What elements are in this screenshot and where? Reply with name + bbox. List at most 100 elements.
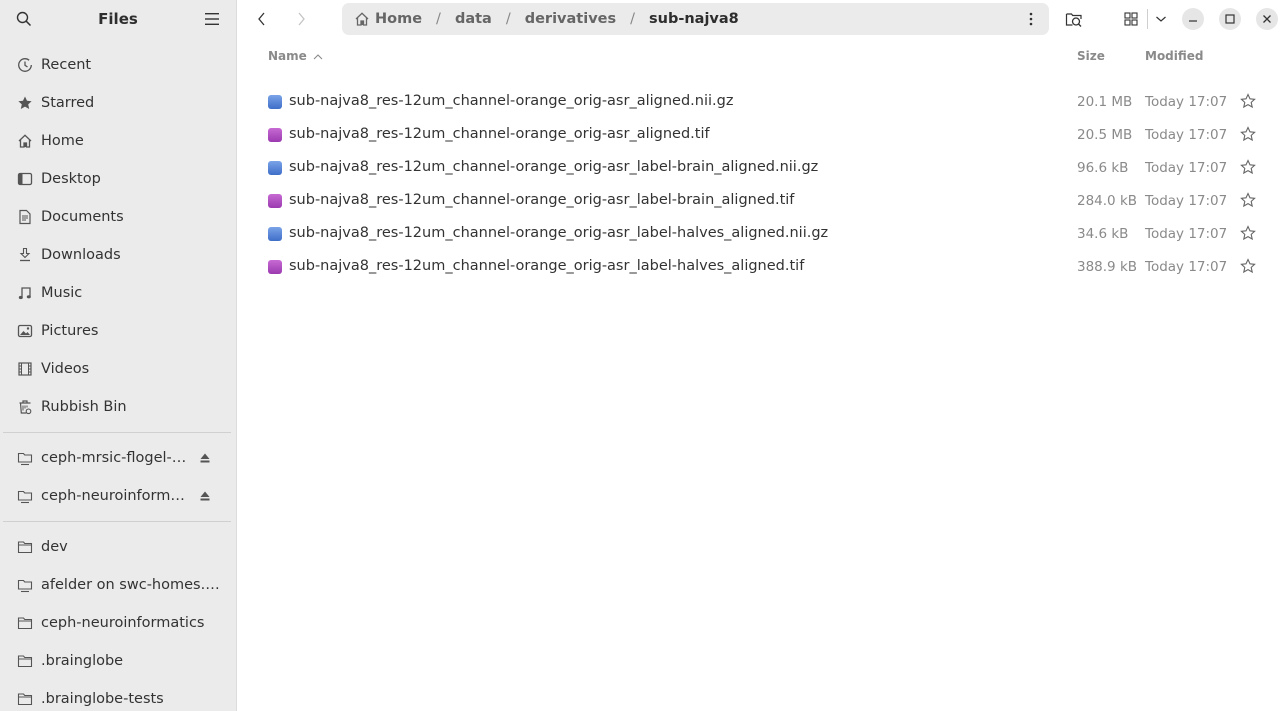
column-size-header[interactable]: Size	[1077, 49, 1105, 63]
sidebar-item-mount[interactable]: ceph-neuroinforma…	[0, 477, 236, 515]
folder-icon	[17, 615, 33, 631]
view-options-dropdown[interactable]	[1149, 7, 1173, 31]
sidebar-item-bookmark[interactable]: .brainglobe	[0, 642, 236, 680]
sidebar-item-label: dev	[41, 539, 68, 555]
sidebar-item-pictures[interactable]: Pictures	[0, 312, 236, 350]
sidebar-item-label: .brainglobe	[41, 653, 124, 669]
breadcrumb-separator: /	[436, 11, 441, 27]
sidebar-item-bookmark[interactable]: ceph-neuroinformatics	[0, 604, 236, 642]
sidebar-item-label: Videos	[41, 361, 90, 377]
star-button[interactable]	[1240, 93, 1256, 109]
trash-icon	[17, 399, 33, 415]
sidebar-separator	[3, 432, 231, 433]
star-button[interactable]	[1240, 126, 1256, 142]
chevron-right-icon	[298, 12, 305, 26]
star-button[interactable]	[1240, 159, 1256, 175]
file-name: sub-najva8_res-12um_channel-orange_orig-…	[289, 258, 805, 274]
file-row[interactable]: sub-najva8_res-12um_channel-orange_orig-…	[237, 152, 1288, 185]
sidebar-item-music[interactable]: Music	[0, 274, 236, 312]
file-name: sub-najva8_res-12um_channel-orange_orig-…	[289, 192, 795, 208]
sidebar-item-label: ceph-neuroinformatics	[41, 615, 205, 631]
breadcrumb-label: Home	[375, 11, 423, 27]
sidebar-item-documents[interactable]: Documents	[0, 198, 236, 236]
breadcrumb-derivatives[interactable]: derivatives	[525, 11, 616, 27]
path-menu-button[interactable]	[1019, 7, 1043, 31]
sidebar-item-label: afelder on swc-homes.a…	[41, 577, 222, 593]
desktop-icon	[17, 171, 33, 187]
file-row[interactable]: sub-najva8_res-12um_channel-orange_orig-…	[237, 185, 1288, 218]
minimize-button[interactable]	[1182, 8, 1204, 30]
eject-button[interactable]	[198, 451, 212, 465]
column-header: Name Size Modified	[237, 44, 1288, 68]
column-name-label: Name	[268, 49, 307, 63]
file-modified: Today 17:07	[1145, 193, 1228, 209]
sidebar-item-label: Rubbish Bin	[41, 399, 127, 415]
search-in-folder-button[interactable]	[1062, 7, 1086, 31]
file-row[interactable]: sub-najva8_res-12um_channel-orange_orig-…	[237, 218, 1288, 251]
vertical-dots-icon	[1029, 12, 1033, 26]
close-button[interactable]	[1256, 8, 1278, 30]
file-name: sub-najva8_res-12um_channel-orange_orig-…	[289, 159, 819, 175]
file-size: 96.6 kB	[1077, 160, 1129, 176]
breadcrumb-data[interactable]: data	[455, 11, 492, 27]
image-file-icon	[268, 260, 282, 274]
sort-ascending-icon	[313, 53, 323, 59]
breadcrumb-separator: /	[505, 11, 511, 27]
grid-view-icon	[1124, 12, 1138, 26]
file-size: 34.6 kB	[1077, 226, 1129, 242]
sidebar-item-label: .brainglobe-tests	[41, 691, 164, 707]
sidebar-item-label: Starred	[41, 95, 95, 111]
sidebar-item-bookmark[interactable]: dev	[0, 528, 236, 566]
network-folder-icon	[17, 450, 33, 466]
file-size: 20.5 MB	[1077, 127, 1133, 143]
star-outline-icon	[1240, 225, 1256, 241]
sidebar-item-starred[interactable]: Starred	[0, 84, 236, 122]
star-outline-icon	[1240, 192, 1256, 208]
sidebar-item-recent[interactable]: Recent	[0, 46, 236, 84]
file-row[interactable]: sub-najva8_res-12um_channel-orange_orig-…	[237, 119, 1288, 152]
eject-button[interactable]	[198, 489, 212, 503]
back-button[interactable]	[250, 7, 274, 31]
file-list: sub-najva8_res-12um_channel-orange_orig-…	[237, 86, 1288, 284]
sidebar-item-bookmark[interactable]: .brainglobe-tests	[0, 680, 236, 711]
sidebar-item-rubbish-bin[interactable]: Rubbish Bin	[0, 388, 236, 426]
file-modified: Today 17:07	[1145, 127, 1228, 143]
nifti-file-icon	[268, 227, 282, 241]
star-button[interactable]	[1240, 192, 1256, 208]
forward-button[interactable]	[289, 7, 313, 31]
file-name: sub-najva8_res-12um_channel-orange_orig-…	[289, 93, 734, 109]
view-toggle-button[interactable]	[1119, 7, 1143, 31]
star-button[interactable]	[1240, 258, 1256, 274]
sidebar-item-videos[interactable]: Videos	[0, 350, 236, 388]
file-name: sub-najva8_res-12um_channel-orange_orig-…	[289, 225, 829, 241]
sidebar-item-mount[interactable]: ceph-mrsic-flogel-b…	[0, 439, 236, 477]
breadcrumb-current[interactable]: sub-najva8	[649, 11, 739, 27]
file-size: 388.9 kB	[1077, 259, 1138, 275]
file-size: 284.0 kB	[1077, 193, 1138, 209]
sidebar: Files Recent Starred Home Desktop Docume…	[0, 0, 237, 711]
main-menu-button[interactable]	[200, 7, 224, 31]
path-bar: Home / data / derivatives / sub-najva8	[342, 3, 1049, 35]
file-modified: Today 17:07	[1145, 259, 1228, 275]
sidebar-separator	[3, 521, 231, 522]
column-name-header[interactable]: Name	[268, 49, 323, 63]
header-bar: Home / data / derivatives / sub-najva8	[237, 0, 1288, 38]
sidebar-item-desktop[interactable]: Desktop	[0, 160, 236, 198]
sidebar-item-label: Desktop	[41, 171, 101, 187]
sidebar-item-home[interactable]: Home	[0, 122, 236, 160]
sidebar-mounts: ceph-mrsic-flogel-b… ceph-neuroinforma…	[0, 439, 236, 515]
maximize-button[interactable]	[1219, 8, 1241, 30]
sidebar-places: Recent Starred Home Desktop Documents Do…	[0, 38, 236, 426]
file-row[interactable]: sub-najva8_res-12um_channel-orange_orig-…	[237, 86, 1288, 119]
breadcrumb-home[interactable]: Home	[354, 11, 422, 27]
sidebar-item-bookmark[interactable]: afelder on swc-homes.a…	[0, 566, 236, 604]
search-button[interactable]	[12, 7, 36, 31]
image-file-icon	[268, 194, 282, 208]
home-icon	[17, 133, 33, 149]
nifti-file-icon	[268, 95, 282, 109]
sidebar-item-downloads[interactable]: Downloads	[0, 236, 236, 274]
file-row[interactable]: sub-najva8_res-12um_channel-orange_orig-…	[237, 251, 1288, 284]
column-modified-header[interactable]: Modified	[1145, 49, 1204, 63]
file-modified: Today 17:07	[1145, 94, 1228, 110]
star-button[interactable]	[1240, 225, 1256, 241]
